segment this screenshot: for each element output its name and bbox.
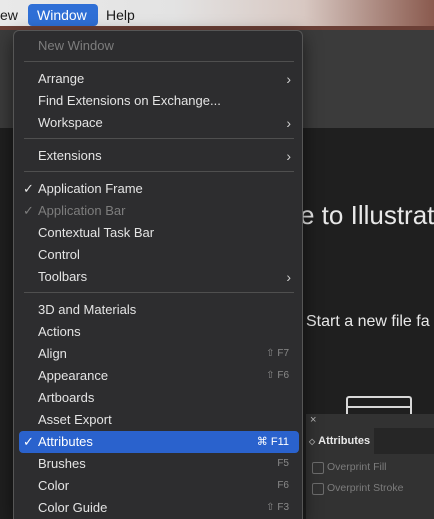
menu-item-control[interactable]: Control bbox=[19, 244, 299, 266]
menu-item-new-window: New Window bbox=[38, 38, 114, 53]
overprint-stroke-checkbox[interactable] bbox=[312, 483, 324, 495]
welcome-heading: e to Illustrato bbox=[300, 200, 434, 230]
tab-attributes[interactable]: ◇ Attributes bbox=[306, 428, 374, 454]
menu-item-align[interactable]: Align ⇧ F7 bbox=[19, 343, 299, 365]
shortcut-label: ⇧ F3 bbox=[266, 502, 289, 513]
menu-item-artboards[interactable]: Artboards bbox=[19, 387, 299, 409]
menu-item-asset-export[interactable]: Asset Export bbox=[19, 409, 299, 431]
menu-item-3d-and-materials[interactable]: 3D and Materials bbox=[19, 299, 299, 321]
menu-item-actions[interactable]: Actions bbox=[19, 321, 299, 343]
panel-tab-bar: ◇ Attributes bbox=[306, 428, 434, 454]
menu-separator bbox=[24, 138, 294, 139]
menu-item-workspace[interactable]: Workspace › bbox=[19, 112, 299, 134]
overprint-fill-label: Overprint Fill bbox=[327, 461, 387, 473]
menu-item-contextual-task-bar[interactable]: Contextual Task Bar bbox=[19, 222, 299, 244]
overprint-stroke-label: Overprint Stroke bbox=[327, 482, 404, 494]
menu-separator bbox=[24, 171, 294, 172]
checkmark-icon: ✓ bbox=[23, 181, 34, 196]
menu-window[interactable]: Window bbox=[28, 4, 98, 26]
menu-item-appearance[interactable]: Appearance ⇧ F6 bbox=[19, 365, 299, 387]
tab-attributes-label: Attributes bbox=[318, 435, 371, 447]
menu-item-color-guide[interactable]: Color Guide ⇧ F3 bbox=[19, 497, 299, 519]
start-new-file-heading: Start a new file fa bbox=[306, 313, 430, 330]
menu-separator bbox=[24, 292, 294, 293]
menu-view[interactable]: ew bbox=[0, 4, 22, 26]
chevron-right-icon: › bbox=[286, 71, 291, 87]
collapse-arrows-icon[interactable]: ◇ bbox=[309, 437, 315, 446]
menu-help[interactable]: Help bbox=[106, 4, 146, 26]
menu-item-application-bar: ✓ Application Bar bbox=[19, 200, 299, 222]
shortcut-label: ⇧ F7 bbox=[266, 348, 289, 359]
chevron-right-icon: › bbox=[286, 115, 291, 131]
chevron-right-icon: › bbox=[286, 148, 291, 164]
menu-item-arrange[interactable]: Arrange › bbox=[19, 68, 299, 90]
menu-item-application-frame[interactable]: ✓ Application Frame bbox=[19, 178, 299, 200]
menu-item-toolbars[interactable]: Toolbars › bbox=[19, 266, 299, 288]
checkmark-icon: ✓ bbox=[23, 203, 34, 218]
attributes-panel: × ◇ Attributes Overprint Fill Overprint S… bbox=[306, 414, 434, 519]
menu-item-brushes[interactable]: Brushes F5 bbox=[19, 453, 299, 475]
menu-bar: ew Window Help bbox=[0, 0, 434, 30]
close-icon[interactable]: × bbox=[310, 414, 316, 426]
shortcut-label: F6 bbox=[277, 480, 289, 491]
menu-item-extensions[interactable]: Extensions › bbox=[19, 145, 299, 167]
menu-separator bbox=[24, 61, 294, 62]
shortcut-label: ⇧ F6 bbox=[266, 370, 289, 381]
menu-item-color[interactable]: Color F6 bbox=[19, 475, 299, 497]
checkmark-icon: ✓ bbox=[23, 434, 34, 449]
shortcut-label: ⌘ F11 bbox=[256, 436, 289, 448]
shortcut-label: F5 bbox=[277, 458, 289, 469]
menu-item-find-extensions[interactable]: Find Extensions on Exchange... bbox=[19, 90, 299, 112]
overprint-fill-checkbox[interactable] bbox=[312, 462, 324, 474]
window-menu: New Window Arrange › Find Extensions on … bbox=[13, 30, 303, 519]
menu-item-attributes[interactable]: ✓ Attributes ⌘ F11 bbox=[19, 431, 299, 453]
chevron-right-icon: › bbox=[286, 269, 291, 285]
